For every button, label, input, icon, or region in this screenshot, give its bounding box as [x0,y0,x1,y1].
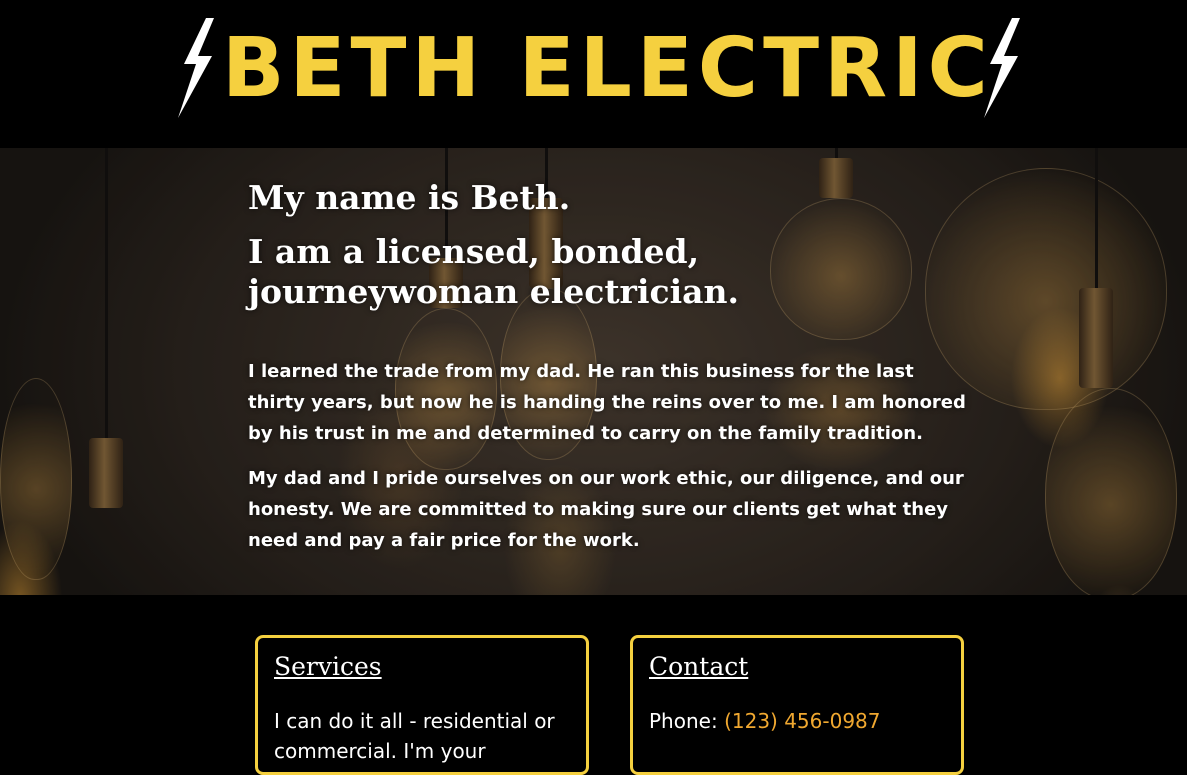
services-card: Services I can do it all - residential o… [255,635,589,775]
hero-content: My name is Beth. I am a licensed, bonded… [248,178,968,570]
hero-heading-name: My name is Beth. [248,178,571,217]
contact-title: Contact [649,652,749,681]
phone-link[interactable]: (123) 456-0987 [724,709,880,733]
services-text: I can do it all - residential or commerc… [274,709,555,763]
contact-phone-row: Phone: (123) 456-0987 [649,706,945,736]
hero-paragraph: My dad and I pride ourselves on our work… [248,468,964,551]
info-cards: Services I can do it all - residential o… [0,595,1187,775]
contact-card: Contact Phone: (123) 456-0987 [630,635,964,775]
services-title: Services [274,652,382,681]
site-header: BETH ELECTRIC [0,0,1187,148]
hero-heading-title: I am a licensed, bonded, journeywoman el… [248,232,739,311]
phone-label: Phone: [649,709,718,733]
lightning-bolt-icon [984,18,1020,118]
site-logo[interactable]: BETH ELECTRIC [222,14,988,124]
hero-section: My name is Beth. I am a licensed, bonded… [0,148,1187,595]
hero-paragraph: I learned the trade from my dad. He ran … [248,361,966,444]
lightning-bolt-icon [178,18,214,118]
